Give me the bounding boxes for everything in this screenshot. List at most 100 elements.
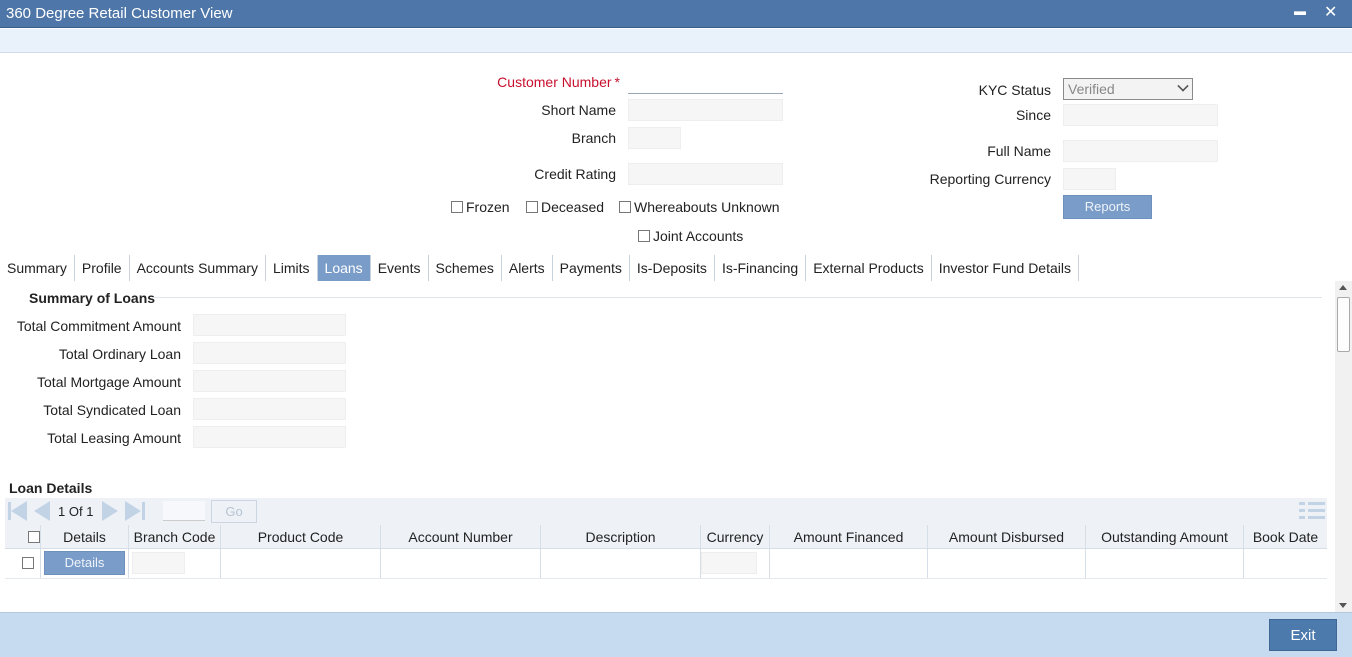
col-currency[interactable]: Currency — [701, 525, 770, 548]
pagination-bar: 1 Of 1 Go — [5, 498, 1327, 525]
exit-button[interactable]: Exit — [1269, 619, 1337, 651]
reporting-currency-field — [1063, 168, 1116, 190]
col-amount-financed[interactable]: Amount Financed — [770, 525, 928, 548]
row-amount-financed-cell — [770, 549, 928, 579]
tab-investor-fund-details[interactable]: Investor Fund Details — [932, 255, 1079, 281]
row-details-cell: Details — [41, 549, 129, 579]
checkbox-box[interactable] — [451, 201, 463, 213]
vertical-scrollbar[interactable] — [1335, 281, 1352, 612]
branch-code-field — [132, 552, 185, 574]
kyc-status-label: KYC Status — [978, 82, 1051, 98]
checkbox-box[interactable] — [619, 201, 631, 213]
total-leasing-field — [193, 426, 346, 448]
total-leasing-label: Total Leasing Amount — [47, 430, 181, 446]
total-mortgage-field — [193, 370, 346, 392]
tab-limits[interactable]: Limits — [266, 255, 318, 281]
row-checkbox[interactable] — [22, 557, 34, 569]
close-icon[interactable]: ✕ — [1324, 2, 1337, 22]
since-field — [1063, 104, 1218, 126]
joint-accounts-label: Joint Accounts — [653, 228, 744, 244]
customer-number-label-text: Customer Number — [497, 74, 612, 90]
checkbox-box[interactable] — [526, 201, 538, 213]
customer-number-input[interactable] — [628, 72, 783, 94]
scroll-thumb[interactable] — [1337, 297, 1350, 352]
row-account-number-cell — [381, 549, 541, 579]
tab-accounts-summary[interactable]: Accounts Summary — [130, 255, 266, 281]
col-account-number[interactable]: Account Number — [381, 525, 541, 548]
credit-rating-label: Credit Rating — [534, 166, 616, 182]
frozen-checkbox[interactable]: Frozen — [451, 199, 510, 215]
since-label: Since — [1015, 107, 1051, 123]
row-branch-code-cell — [129, 549, 221, 579]
table-header: Details Branch Code Product Code Account… — [5, 525, 1327, 549]
list-view-icon[interactable] — [1299, 500, 1325, 520]
toolbar-strip — [0, 29, 1352, 53]
tab-schemes[interactable]: Schemes — [429, 255, 502, 281]
row-details-button[interactable]: Details — [44, 551, 125, 575]
total-syndicated-field — [193, 398, 346, 420]
kyc-status-value: Verified — [1068, 81, 1115, 97]
window-title: 360 Degree Retail Customer View — [6, 5, 233, 22]
currency-field — [701, 552, 757, 574]
first-page-arrow-icon[interactable] — [11, 501, 27, 521]
tab-profile[interactable]: Profile — [75, 255, 130, 281]
full-name-label: Full Name — [987, 143, 1051, 159]
next-page-icon[interactable] — [102, 501, 118, 521]
whereabouts-unknown-checkbox[interactable]: Whereabouts Unknown — [619, 199, 780, 215]
section-divider — [152, 297, 1322, 298]
row-currency-cell — [701, 549, 770, 579]
tab-is-financing[interactable]: Is-Financing — [715, 255, 807, 281]
checkbox-box[interactable] — [638, 230, 650, 242]
scroll-down-icon[interactable] — [1339, 603, 1347, 608]
whereabouts-unknown-label: Whereabouts Unknown — [634, 199, 780, 215]
footer-bar: Exit — [0, 612, 1352, 657]
chevron-down-icon — [1177, 80, 1189, 92]
tab-bar: Summary Profile Accounts Summary Limits … — [0, 255, 1079, 281]
tab-payments[interactable]: Payments — [553, 255, 630, 281]
col-amount-disbursed[interactable]: Amount Disbursed — [928, 525, 1086, 548]
total-commitment-field — [193, 314, 346, 336]
minimize-icon[interactable]: ▬ — [1294, 4, 1306, 18]
go-button[interactable]: Go — [211, 500, 257, 523]
customer-number-label: Customer Number * — [450, 74, 620, 90]
prev-page-icon[interactable] — [34, 501, 50, 521]
full-name-field — [1063, 140, 1218, 162]
window-titlebar: 360 Degree Retail Customer View ▬ ✕ — [0, 0, 1352, 28]
total-syndicated-label: Total Syndicated Loan — [43, 402, 181, 418]
tab-alerts[interactable]: Alerts — [502, 255, 553, 281]
frozen-label: Frozen — [466, 199, 510, 215]
col-product-code[interactable]: Product Code — [221, 525, 381, 548]
last-page-arrow-icon[interactable] — [125, 501, 141, 521]
kyc-status-select[interactable]: Verified — [1063, 78, 1193, 100]
col-book-date[interactable]: Book Date — [1244, 525, 1327, 548]
row-outstanding-amount-cell — [1086, 549, 1244, 579]
credit-rating-field — [628, 163, 783, 185]
select-all-checkbox[interactable] — [28, 531, 40, 543]
loan-details-title: Loan Details — [9, 480, 93, 496]
tab-external-products[interactable]: External Products — [806, 255, 932, 281]
col-description[interactable]: Description — [541, 525, 701, 548]
row-amount-disbursed-cell — [928, 549, 1086, 579]
scroll-up-icon[interactable] — [1339, 285, 1347, 290]
short-name-field — [628, 99, 783, 121]
deceased-checkbox[interactable]: Deceased — [526, 199, 604, 215]
tab-is-deposits[interactable]: Is-Deposits — [630, 255, 715, 281]
col-details[interactable]: Details — [41, 525, 129, 548]
row-book-date-cell — [1244, 549, 1327, 579]
table-row: Details — [5, 549, 1327, 579]
total-ordinary-label: Total Ordinary Loan — [58, 346, 181, 362]
tab-events[interactable]: Events — [371, 255, 429, 281]
tab-summary[interactable]: Summary — [0, 255, 75, 281]
reports-button[interactable]: Reports — [1063, 195, 1152, 219]
required-asterisk: * — [614, 74, 620, 90]
summary-of-loans-title: Summary of Loans — [29, 290, 156, 306]
col-branch-code[interactable]: Branch Code — [129, 525, 221, 548]
page-number-input[interactable] — [163, 501, 205, 521]
page-current: 1 — [58, 504, 66, 519]
last-page-icon[interactable] — [142, 502, 145, 520]
row-product-code-cell — [221, 549, 381, 579]
select-all-cell — [5, 525, 41, 548]
col-outstanding-amount[interactable]: Outstanding Amount — [1086, 525, 1244, 548]
tab-loans[interactable]: Loans — [317, 255, 371, 281]
joint-accounts-checkbox[interactable]: Joint Accounts — [638, 228, 743, 244]
